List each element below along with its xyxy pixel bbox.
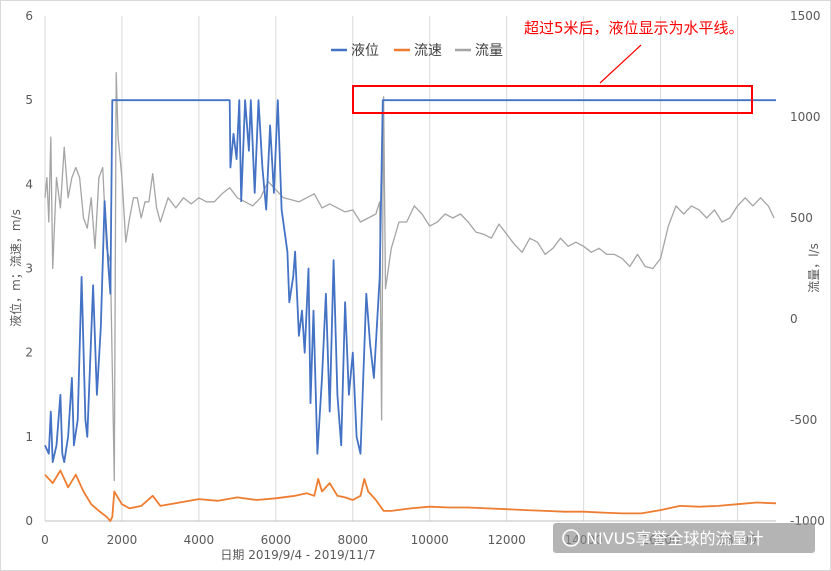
left-axis-title: 液位，m；流速，m/s: [8, 209, 23, 327]
x-tick-label: 8000: [338, 533, 369, 547]
right-tick-label: 1000: [790, 110, 821, 124]
left-tick-label: 3: [25, 262, 33, 276]
legend-label-velocity: 流速: [414, 43, 442, 59]
right-tick-label: 1500: [790, 9, 821, 23]
left-tick-label: 5: [25, 93, 33, 107]
right-tick-label: 0: [790, 312, 798, 326]
left-tick-label: 6: [25, 9, 33, 23]
series-line-flow: [44, 71, 775, 482]
series-line-velocity: [44, 469, 777, 522]
right-tick-label: 500: [790, 211, 813, 225]
series-line-level: [44, 99, 776, 464]
left-tick-label: 1: [25, 430, 33, 444]
legend-label-level: 液位: [351, 43, 379, 59]
legend: 液位 流速 流量: [331, 43, 503, 59]
left-axis-ticks: 0 1 2 3 4 5 6: [25, 9, 33, 528]
x-tick-label: 6000: [261, 533, 292, 547]
left-tick-label: 0: [25, 514, 33, 528]
watermark-text: NIVUS享誉全球的流量计: [586, 529, 764, 548]
left-tick-label: 4: [25, 177, 33, 191]
annotation: 超过5米后，液位显示为水平线。: [352, 19, 753, 114]
watermark: NIVUS享誉全球的流量计: [553, 523, 815, 553]
x-tick-label: 0: [41, 533, 49, 547]
right-axis-title: 流量，l/s: [807, 243, 821, 293]
x-tick-label: 2000: [107, 533, 138, 547]
vertical-gridlines: [44, 16, 739, 521]
x-tick-label: 12000: [488, 533, 526, 547]
left-tick-label: 2: [25, 346, 33, 360]
series-layer: [44, 71, 777, 522]
annotation-arrow: [599, 44, 642, 84]
x-tick-label: 10000: [411, 533, 449, 547]
x-axis-title: 日期 2019/9/4 - 2019/11/7: [220, 548, 375, 562]
legend-label-flow: 流量: [475, 43, 503, 59]
line-chart: 0200040006000800010000120001400016000180…: [8, 9, 825, 562]
annotation-text: 超过5米后，液位显示为水平线。: [524, 19, 744, 37]
x-tick-label: 4000: [184, 533, 215, 547]
right-tick-label: -500: [790, 413, 817, 427]
